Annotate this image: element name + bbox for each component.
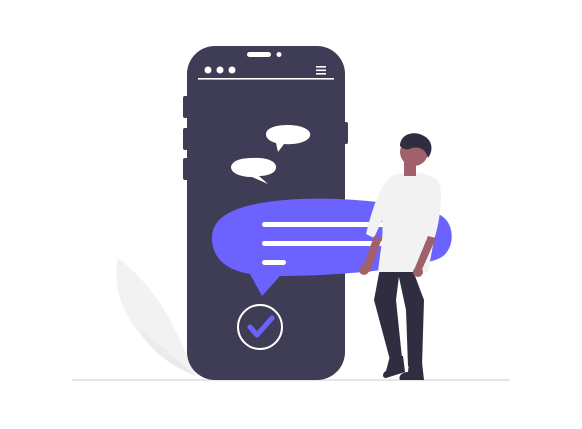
hamburger-menu-icon (316, 66, 326, 75)
phone-camera (276, 52, 282, 57)
person-hand (413, 267, 423, 277)
onboarding-illustration (0, 0, 582, 429)
person-figure (359, 133, 441, 380)
person-hand (359, 265, 369, 275)
phone-speaker (247, 52, 271, 57)
window-dot (216, 66, 224, 74)
illustration-canvas (72, 46, 510, 381)
leaf-icon (116, 258, 196, 376)
window-dot (228, 66, 236, 74)
phone-header-divider (198, 78, 334, 80)
message-line (262, 260, 286, 265)
window-dot (204, 66, 212, 74)
person-leg (374, 268, 402, 360)
